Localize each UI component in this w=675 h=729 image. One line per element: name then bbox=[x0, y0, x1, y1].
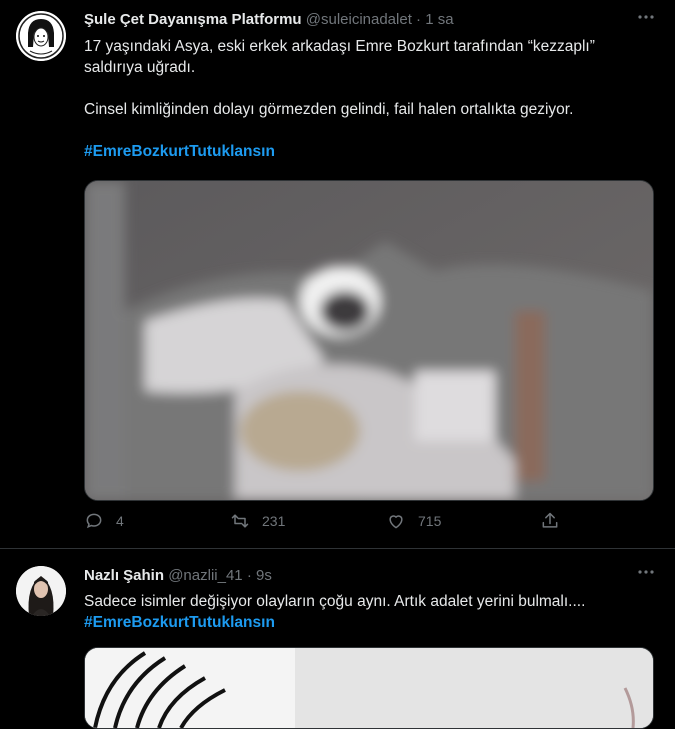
hashtag-link[interactable]: #EmreBozkurtTutuklansın bbox=[84, 612, 653, 633]
share-icon bbox=[542, 512, 558, 528]
author-handle[interactable]: @suleicinadalet bbox=[306, 11, 412, 28]
retweet-button[interactable]: 231 bbox=[230, 511, 285, 531]
like-count: 715 bbox=[418, 513, 442, 529]
retweet-count: 231 bbox=[262, 513, 286, 529]
heart-icon bbox=[389, 515, 403, 529]
tweet-media-image[interactable] bbox=[84, 180, 654, 501]
tweet[interactable]: Şule Çet Dayanışma Platformu @suleicinad… bbox=[0, 0, 675, 549]
tweet-header: Nazlı Şahin @nazlii_41 · 9s bbox=[84, 566, 653, 586]
reply-icon bbox=[86, 513, 102, 529]
reply-button[interactable]: 4 bbox=[84, 511, 124, 531]
reply-count: 4 bbox=[116, 513, 124, 529]
tweet-actions: 4 231 715 bbox=[84, 511, 655, 537]
share-button[interactable] bbox=[540, 511, 560, 531]
timestamp[interactable]: 9s bbox=[256, 567, 272, 584]
more-horizontal-icon[interactable] bbox=[637, 8, 655, 31]
tweet-media-image[interactable] bbox=[84, 647, 654, 729]
tweet-text: 17 yaşındaki Asya, eski erkek arkadaşı E… bbox=[84, 38, 595, 76]
hashtag-link[interactable]: #EmreBozkurtTutuklansın bbox=[84, 141, 653, 162]
avatar[interactable] bbox=[16, 566, 66, 616]
timestamp[interactable]: 1 sa bbox=[425, 11, 453, 28]
separator: · bbox=[246, 567, 252, 584]
author-name[interactable]: Nazlı Şahin bbox=[84, 567, 164, 584]
author-handle[interactable]: @nazlii_41 bbox=[168, 567, 242, 584]
author-name[interactable]: Şule Çet Dayanışma Platformu bbox=[84, 11, 302, 28]
tweet-text: Cinsel kimliğinden dolayı görmezden geli… bbox=[84, 101, 574, 118]
separator: · bbox=[416, 11, 422, 28]
retweet-icon bbox=[231, 514, 249, 528]
tweet-text: Sadece isimler değişiyor olayların çoğu … bbox=[84, 593, 586, 610]
more-horizontal-icon[interactable] bbox=[637, 563, 655, 586]
tweet-header: Şule Çet Dayanışma Platformu @suleicinad… bbox=[84, 10, 653, 30]
like-button[interactable]: 715 bbox=[386, 511, 441, 531]
avatar[interactable] bbox=[16, 11, 66, 61]
